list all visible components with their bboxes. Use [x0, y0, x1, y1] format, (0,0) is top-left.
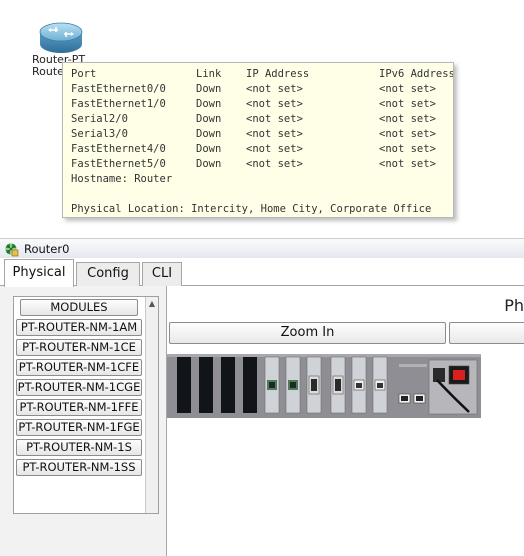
header-ip: IP Address	[246, 68, 310, 80]
port-name: Serial3/0	[71, 128, 128, 140]
empty-module-slot	[177, 357, 191, 413]
installed-module	[285, 356, 301, 414]
tab-bar: Physical Config CLI	[0, 258, 524, 287]
module-item[interactable]: PT-ROUTER-NM-1SS	[16, 459, 142, 476]
port-link: Down	[196, 128, 222, 140]
module-item[interactable]: PT-ROUTER-NM-1CE	[16, 339, 142, 356]
port-name: FastEthernet0/0	[71, 83, 166, 95]
module-item[interactable]: PT-ROUTER-NM-1FGE	[16, 419, 142, 436]
tab-config[interactable]: Config	[76, 262, 140, 286]
port-ipv6: <not set>	[379, 98, 436, 110]
module-item[interactable]: PT-ROUTER-NM-1CFE	[16, 359, 142, 376]
modules-list[interactable]: MODULES PT-ROUTER-NM-1AM PT-ROUTER-NM-1C…	[13, 296, 159, 514]
port-row: Serial2/0 Down <not set> <not set>	[71, 112, 453, 127]
port-ip: <not set>	[246, 128, 303, 140]
installed-module	[372, 356, 388, 414]
port-status-tooltip: Port Link IP Address IPv6 Address FastEt…	[62, 62, 454, 218]
port-name: FastEthernet5/0	[71, 158, 166, 170]
module-item[interactable]: PT-ROUTER-NM-1FFE	[16, 399, 142, 416]
empty-module-slot	[221, 357, 235, 413]
router-chassis-image[interactable]	[167, 354, 481, 418]
tooltip-hostname: Hostname: Router	[71, 173, 173, 185]
port-name: FastEthernet1/0	[71, 98, 166, 110]
port-link: Down	[196, 158, 222, 170]
port-row: FastEthernet4/0 Down <not set> <not set>	[71, 142, 453, 157]
installed-module	[330, 356, 346, 414]
physical-view-title: Ph	[504, 296, 524, 315]
port-ip: <not set>	[246, 113, 303, 125]
port-row: FastEthernet0/0 Down <not set> <not set>	[71, 82, 453, 97]
router-config-window: Router0 Physical Config CLI MODULES PT-R…	[0, 238, 524, 556]
scroll-up-arrow-icon[interactable]: ▲	[146, 297, 158, 310]
port-link: Down	[196, 143, 222, 155]
router-app-icon	[5, 243, 19, 257]
module-item[interactable]: PT-ROUTER-NM-1S	[16, 439, 142, 456]
port-ipv6: <not set>	[379, 83, 436, 95]
port-row: FastEthernet5/0 Down <not set> <not set>	[71, 157, 453, 172]
physical-device-view-panel: Ph Zoom In	[166, 286, 524, 556]
empty-module-slot	[243, 357, 257, 413]
port-name: FastEthernet4/0	[71, 143, 166, 155]
module-item[interactable]: PT-ROUTER-NM-1AM	[16, 319, 142, 336]
port-ip: <not set>	[246, 98, 303, 110]
port-ipv6: <not set>	[379, 158, 436, 170]
tab-cli[interactable]: CLI	[142, 262, 182, 286]
port-link: Down	[196, 98, 222, 110]
tab-physical[interactable]: Physical	[4, 259, 74, 287]
port-ip: <not set>	[246, 83, 303, 95]
zoom-in-button[interactable]: Zoom In	[169, 322, 446, 344]
header-ipv6: IPv6 Address	[379, 68, 454, 80]
window-title: Router0	[24, 242, 70, 256]
tooltip-physical-location: Physical Location: Intercity, Home City,…	[71, 203, 432, 215]
header-port: Port	[71, 68, 97, 80]
port-ipv6: <not set>	[379, 113, 436, 125]
modules-scrollbar[interactable]: ▲	[145, 297, 158, 513]
module-item[interactable]: PT-ROUTER-NM-1CGE	[16, 379, 142, 396]
port-name: Serial2/0	[71, 113, 128, 125]
port-table: Port Link IP Address IPv6 Address FastEt…	[71, 67, 454, 172]
modules-header-button[interactable]: MODULES	[20, 299, 138, 316]
zoom-out-button[interactable]	[449, 322, 524, 344]
power-supply	[428, 359, 478, 415]
port-ip: <not set>	[246, 158, 303, 170]
router-device-icon[interactable]	[38, 20, 84, 56]
empty-module-slot	[199, 357, 213, 413]
port-row: FastEthernet1/0 Down <not set> <not set>	[71, 97, 453, 112]
installed-module	[264, 356, 280, 414]
port-table-header: Port Link IP Address IPv6 Address	[71, 67, 454, 82]
header-link: Link	[196, 68, 222, 80]
port-ipv6: <not set>	[379, 128, 436, 140]
port-row: Serial3/0 Down <not set> <not set>	[71, 127, 453, 142]
port-ip: <not set>	[246, 143, 303, 155]
installed-module	[306, 356, 322, 414]
physical-tab-content: MODULES PT-ROUTER-NM-1AM PT-ROUTER-NM-1C…	[0, 286, 524, 556]
window-titlebar[interactable]: Router0	[0, 238, 524, 258]
port-ipv6: <not set>	[379, 143, 436, 155]
port-link: Down	[196, 113, 222, 125]
installed-module	[351, 356, 367, 414]
port-link: Down	[196, 83, 222, 95]
